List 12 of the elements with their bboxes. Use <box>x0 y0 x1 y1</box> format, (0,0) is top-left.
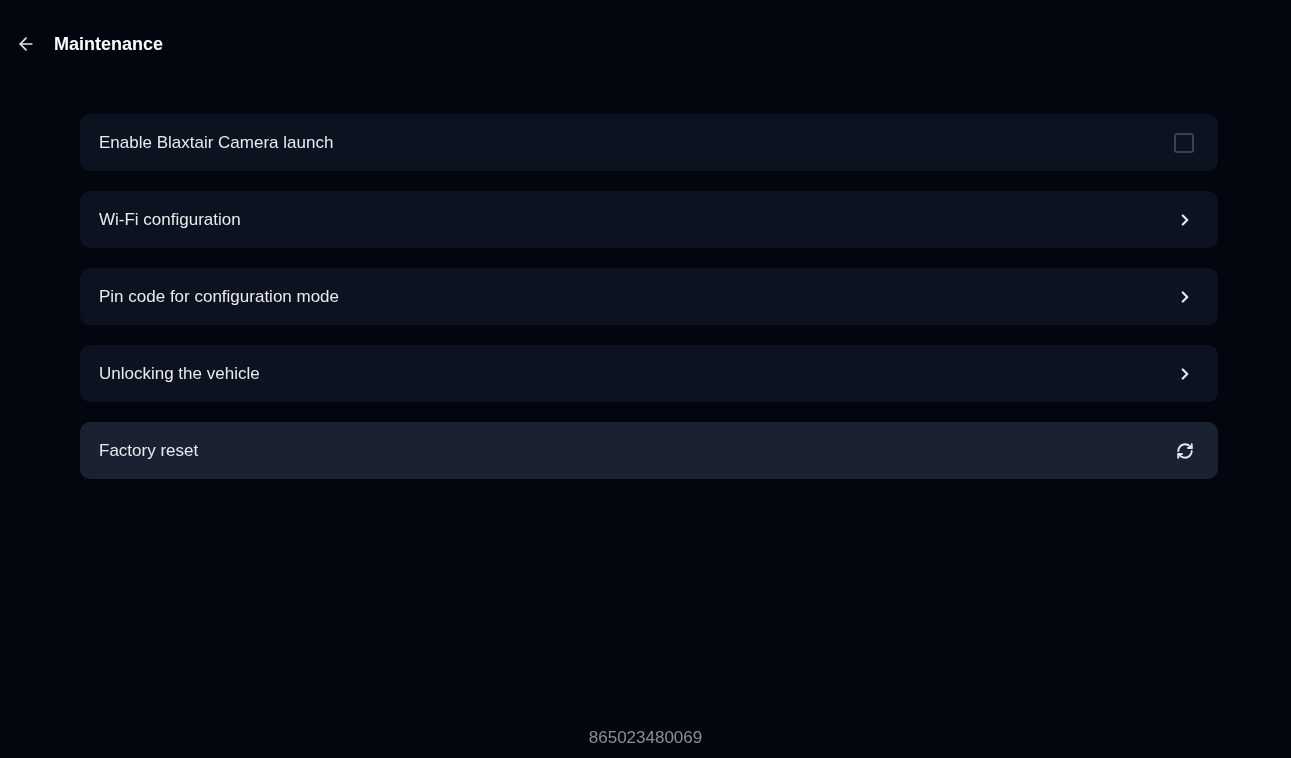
row-label: Factory reset <box>99 439 199 462</box>
settings-row[interactable]: Wi-Fi configuration <box>80 191 1218 248</box>
serial-number: 865023480069 <box>588 726 703 749</box>
row-label: Pin code for configuration mode <box>99 285 340 308</box>
settings-row[interactable]: Pin code for configuration mode <box>80 268 1218 325</box>
row-label: Wi-Fi configuration <box>99 208 241 231</box>
row-label: Enable Blaxtair Camera launch <box>99 131 334 154</box>
settings-row[interactable]: Factory reset <box>80 422 1218 479</box>
row-label: Unlocking the vehicle <box>99 362 260 385</box>
settings-row[interactable]: Enable Blaxtair Camera launch <box>80 114 1218 171</box>
page-title: Maintenance <box>54 32 164 56</box>
settings-row[interactable]: Unlocking the vehicle <box>80 345 1218 402</box>
